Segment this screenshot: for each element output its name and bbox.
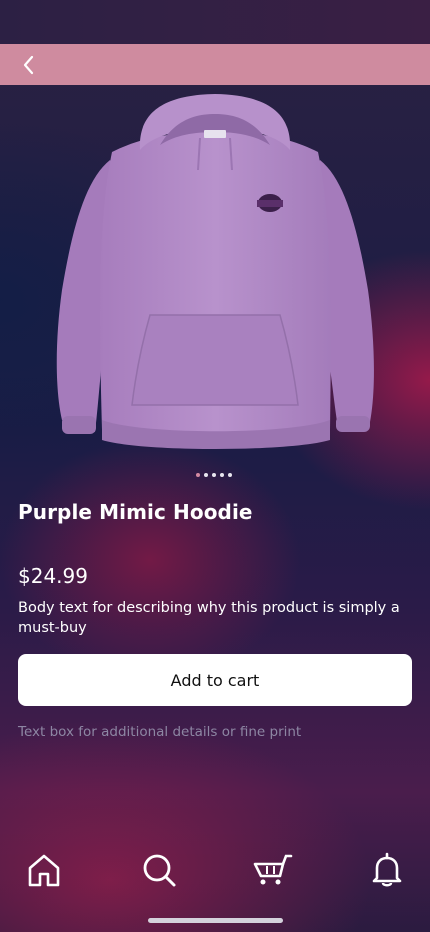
fine-print-text: Text box for additional details or fine … (18, 724, 302, 740)
hoodie-illustration (56, 94, 374, 449)
home-icon (28, 854, 60, 887)
carousel-dot[interactable] (212, 473, 216, 477)
back-button[interactable] (16, 52, 42, 78)
search-icon (143, 854, 176, 887)
product-title: Purple Mimic Hoodie (18, 500, 253, 524)
bell-icon (372, 852, 402, 887)
nav-bar (0, 44, 430, 85)
carousel-dot[interactable] (196, 473, 200, 477)
tab-search[interactable] (139, 850, 179, 890)
tab-bar (0, 845, 430, 895)
carousel-dot[interactable] (228, 473, 232, 477)
image-carousel-dots[interactable] (196, 473, 232, 477)
tab-cart[interactable] (253, 850, 293, 890)
carousel-dot[interactable] (204, 473, 208, 477)
chevron-left-icon (23, 55, 34, 75)
status-bar (0, 0, 430, 44)
product-price: $24.99 (18, 564, 88, 588)
carousel-dot[interactable] (220, 473, 224, 477)
product-description: Body text for describing why this produc… (18, 600, 400, 636)
product-screen: Purple Mimic Hoodie $24.99 Body text for… (0, 0, 430, 932)
tab-notifications[interactable] (367, 850, 407, 890)
tab-home[interactable] (24, 850, 64, 890)
home-indicator[interactable] (148, 918, 283, 923)
cart-icon (253, 854, 293, 885)
add-to-cart-button[interactable]: Add to cart (18, 654, 412, 706)
product-image[interactable] (40, 90, 390, 460)
